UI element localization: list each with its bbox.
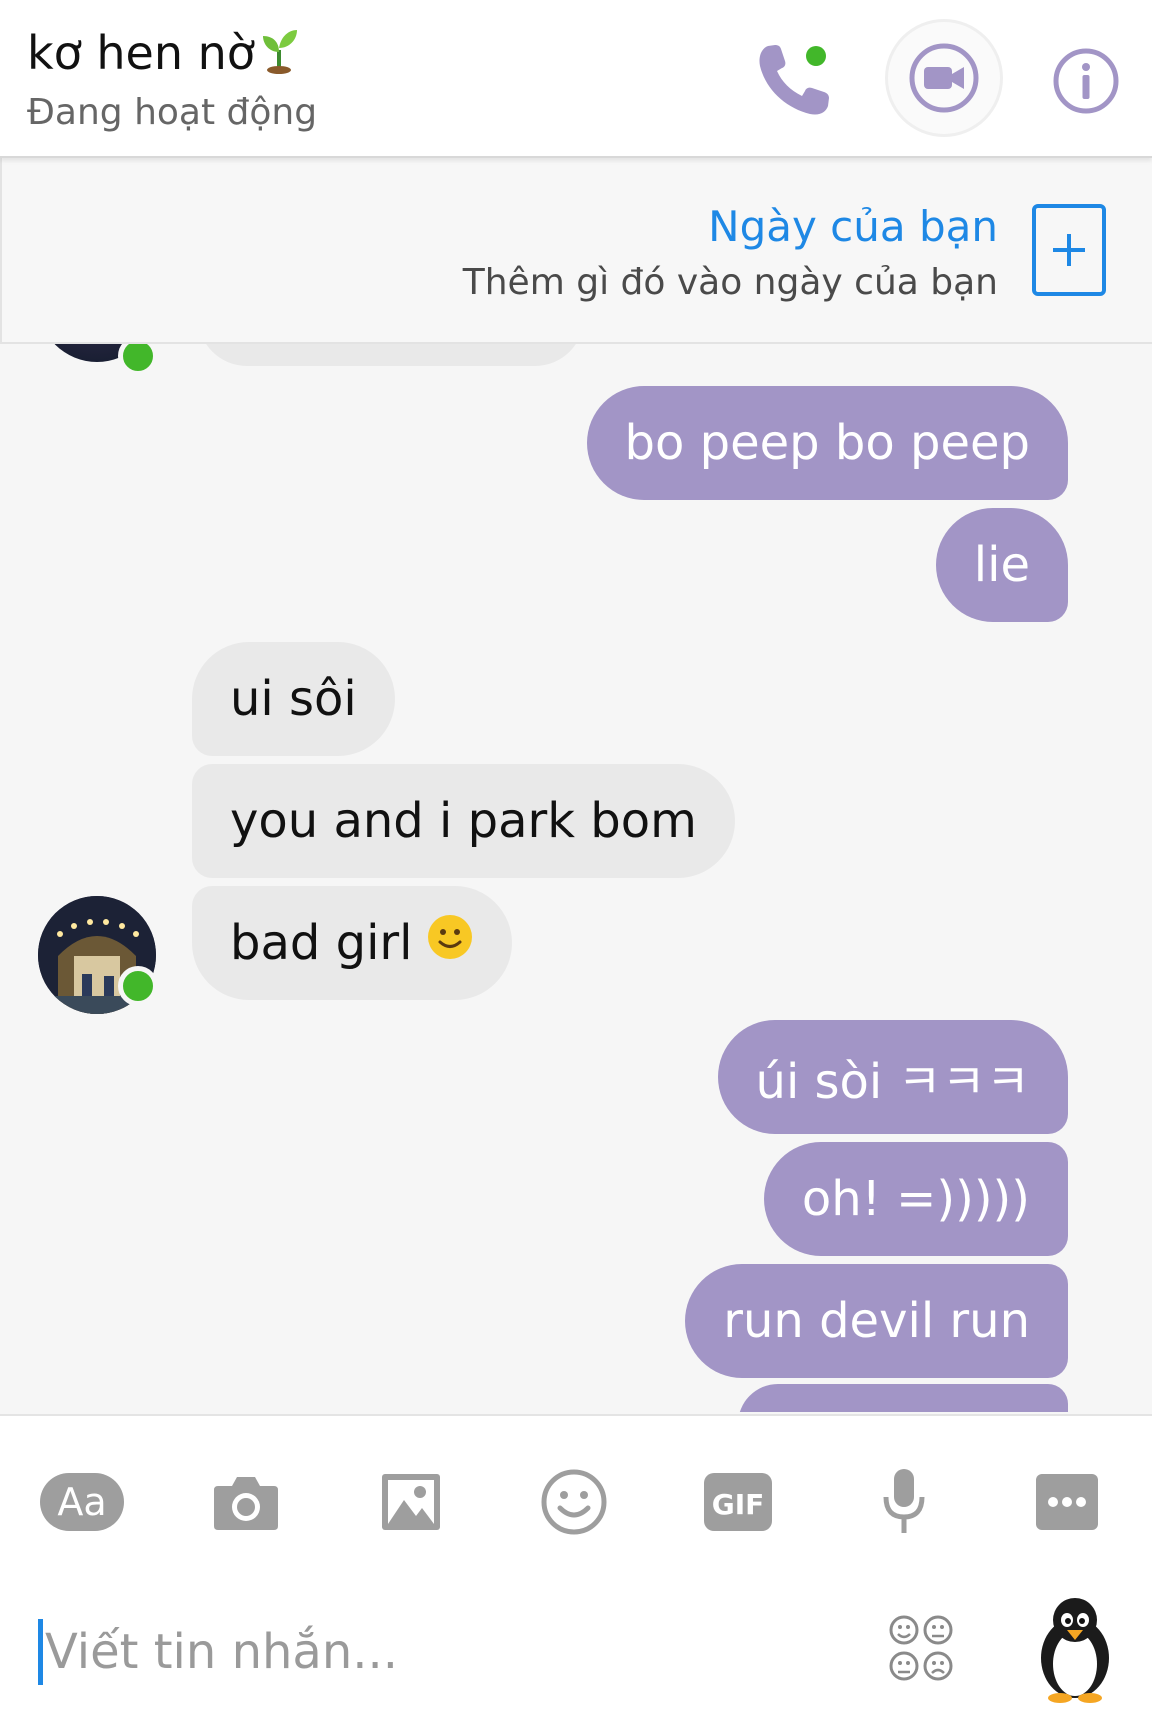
emoji-icon[interactable] <box>540 1460 608 1544</box>
message-text: bo peep bo peep <box>624 415 1030 471</box>
online-indicator <box>118 966 158 1006</box>
stickers-icon[interactable] <box>888 1612 954 1686</box>
microphone-icon[interactable] <box>880 1460 928 1544</box>
phone-icon[interactable] <box>750 36 840 126</box>
message-bubble-incoming[interactable]: ui sôi <box>192 642 395 756</box>
image-icon[interactable] <box>380 1460 442 1544</box>
message-text: bad girl <box>230 915 413 971</box>
info-icon[interactable] <box>1050 36 1122 126</box>
message-bubble-outgoing[interactable]: oh! =))))) <box>763 1142 1068 1256</box>
seedling-icon <box>259 28 299 85</box>
message-text: you and i park bom <box>230 793 697 849</box>
active-status: Đang hoạt động <box>27 92 318 133</box>
message-input-placeholder: Viết tin nhắn... <box>45 1624 399 1680</box>
gif-icon[interactable]: GIF <box>702 1460 774 1544</box>
plus-icon[interactable] <box>1032 204 1106 296</box>
message-composer: Aa GIF Viết tin nhắn... <box>0 1414 1152 1723</box>
conversation-header: kơ hen nờ Đang hoạt động <box>0 0 1152 158</box>
message-bubble-outgoing[interactable]: lie <box>935 508 1068 622</box>
message-bubble-partial[interactable] <box>738 1384 1068 1412</box>
penguin-sticker-icon[interactable] <box>1032 1594 1118 1704</box>
message-bubble-outgoing[interactable]: bo peep bo peep <box>586 386 1068 500</box>
more-icon[interactable] <box>1034 1460 1100 1544</box>
text-style-label: Aa <box>40 1473 124 1531</box>
message-bubble-outgoing[interactable]: úi sòi ㅋㅋㅋ <box>717 1020 1068 1134</box>
gif-label: GIF <box>712 1488 765 1521</box>
video-camera-icon[interactable] <box>888 22 1000 134</box>
message-text: oh! =))))) <box>801 1171 1030 1227</box>
your-day-subtitle: Thêm gì đó vào ngày của bạn <box>462 262 998 303</box>
message-bubble-outgoing[interactable]: run devil run <box>685 1264 1068 1378</box>
your-day-title[interactable]: Ngày của bạn <box>708 202 998 251</box>
contact-name[interactable]: kơ hen nờ <box>27 26 299 85</box>
message-text: run devil run <box>723 1293 1030 1349</box>
slightly-smiling-face-icon <box>426 913 474 973</box>
message-text: ui sôi <box>230 671 357 727</box>
your-day-banner[interactable]: Ngày của bạn Thêm gì đó vào ngày của bạn <box>0 158 1152 344</box>
camera-icon[interactable] <box>212 1460 280 1544</box>
contact-name-text: kơ hen nờ <box>27 26 255 80</box>
message-bubble-incoming[interactable]: you and i park bom <box>192 764 735 878</box>
message-text: úi sòi ㅋㅋㅋ <box>755 1054 1030 1110</box>
message-text: lie <box>973 537 1030 593</box>
message-input[interactable]: Viết tin nhắn... <box>38 1608 858 1696</box>
message-bubble-incoming[interactable]: bad girl <box>192 886 513 1000</box>
text-caret <box>38 1619 43 1685</box>
text-style-icon[interactable]: Aa <box>40 1460 124 1544</box>
